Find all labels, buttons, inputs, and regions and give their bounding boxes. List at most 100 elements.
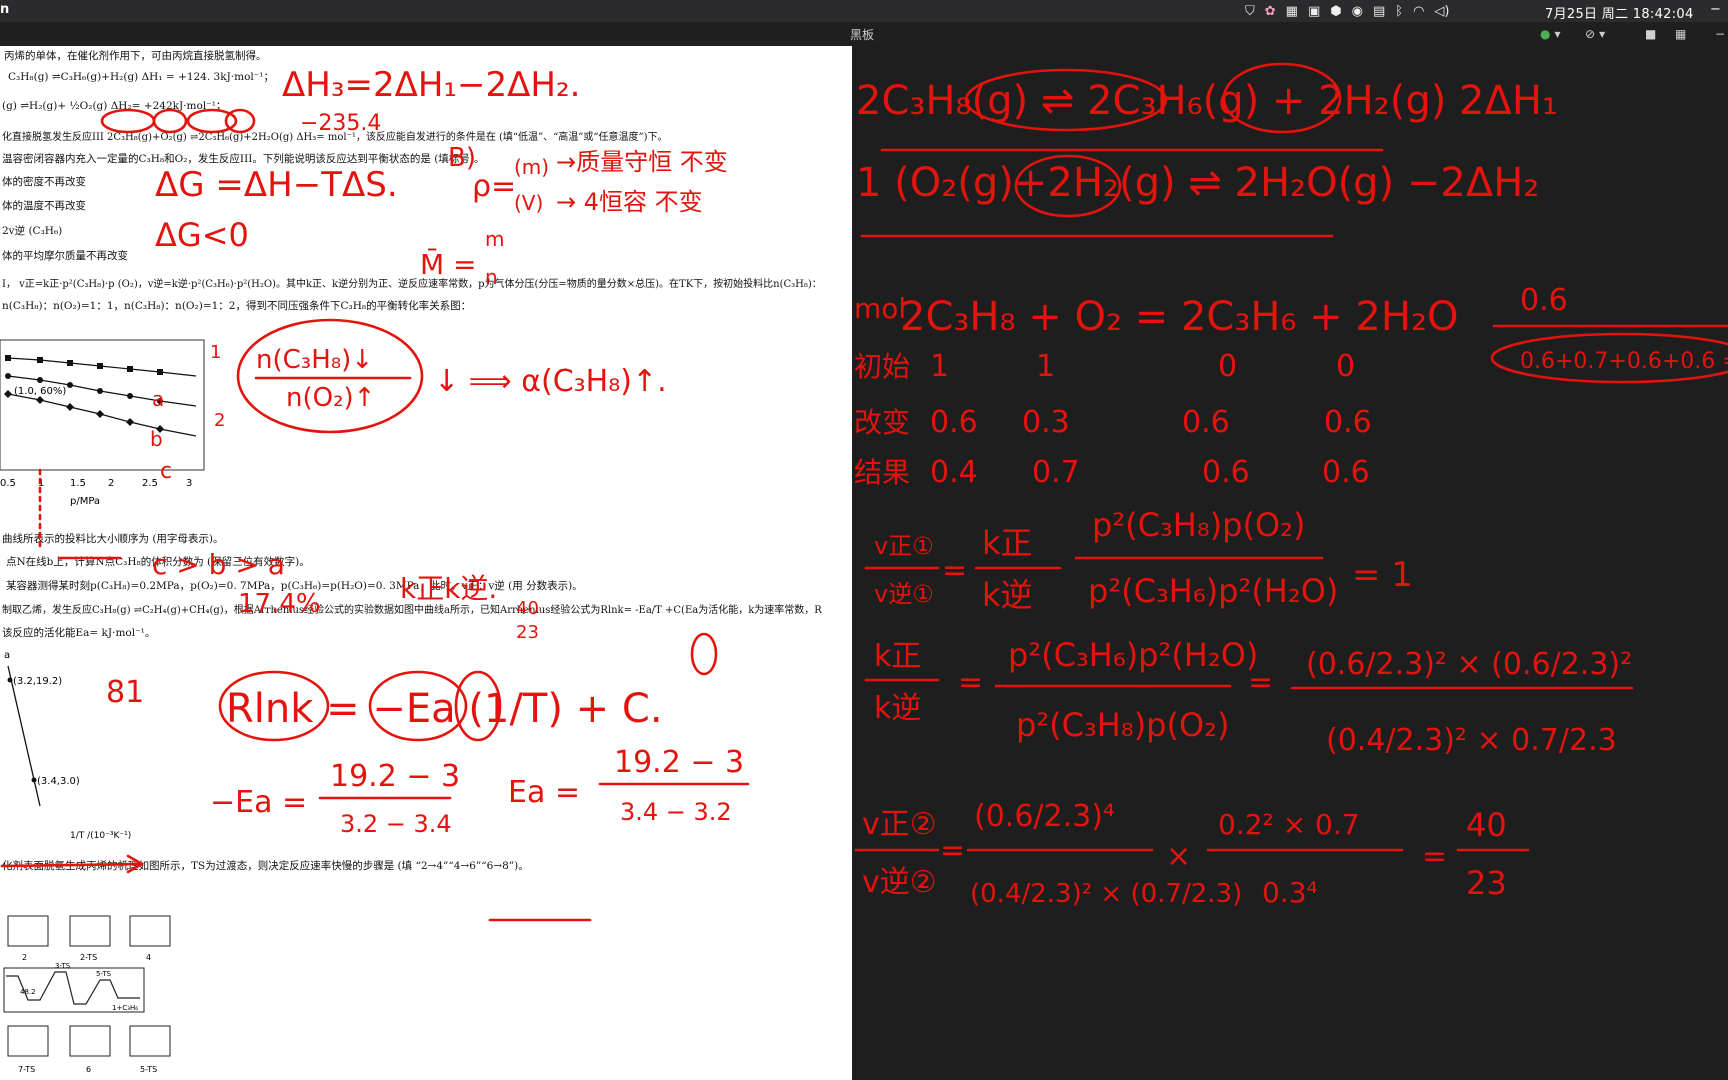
video-icon[interactable]: ■	[1645, 27, 1656, 41]
menu-bar: n ⛉ ✿ ▦ ▣ ⬢ ◉ ▤ ᛒ ◠ ◁) 7月25日 周二 18:42:04…	[0, 0, 1728, 22]
v2-lhs-bot: v逆②	[862, 865, 937, 900]
annotation-calc1-top: 19.2 − 3	[330, 759, 460, 794]
circle-mark	[224, 108, 256, 134]
window-title: 黑板	[850, 28, 875, 42]
series-label: c	[160, 459, 172, 484]
flower-icon[interactable]: ✿	[1265, 4, 1276, 19]
annotation-frac2-top: 40	[516, 598, 539, 619]
mic-control[interactable]: ● ▾	[1540, 24, 1561, 44]
board-eq1: 2C₃H₈(g) ⇌ 2C₃H₆(g) + 2H₂(g) 2ΔH₁	[856, 78, 1558, 124]
bluetooth-icon[interactable]: ᛒ	[1395, 4, 1403, 19]
video-button[interactable]: ■	[1645, 24, 1656, 44]
board-sum-top: 0.6	[1520, 283, 1568, 318]
ice-cell: 0.6	[930, 405, 978, 440]
volume-icon[interactable]: ◁)	[1434, 4, 1449, 19]
k-den: (0.4/2.3)² × 0.7/2.3	[1326, 723, 1617, 758]
v2-result-bot: 23	[1466, 864, 1507, 902]
v2-result-top: 40	[1466, 806, 1507, 844]
app-name[interactable]: n	[0, 2, 9, 17]
ice-cell: 0.6	[1202, 455, 1250, 490]
vpn-icon[interactable]: ⬢	[1330, 4, 1341, 19]
svg-text:×: ×	[1166, 839, 1191, 874]
board-eq2: 1 (O₂(g)+2H₂(g) ⇌ 2H₂O(g) −2ΔH₂	[856, 160, 1539, 206]
v2-factor-bot: 0.3⁴	[1262, 876, 1318, 909]
ratio-lhs-bot: v逆①	[874, 580, 934, 608]
calendar-icon[interactable]: ▦	[1286, 4, 1298, 19]
annotation-order: c > b > a	[152, 548, 285, 581]
ice-cell: 1	[1036, 349, 1055, 384]
ice-cell: 0.6	[1322, 455, 1370, 490]
annotation-dh3-value: −235.4	[300, 111, 381, 136]
series-label: a	[152, 387, 164, 411]
annotation-kk: k正k逆.	[400, 572, 497, 605]
annotation-frac: 17.4%	[238, 589, 321, 619]
minimize-icon[interactable]: −	[1715, 27, 1725, 41]
svg-text:=: =	[958, 665, 983, 700]
ice-cell: 0.7	[1032, 455, 1080, 490]
shield-icon[interactable]: ⛉	[1245, 4, 1255, 19]
v2-factor-top: 0.2² × 0.7	[1218, 808, 1360, 841]
minimize-button[interactable]: −	[1715, 24, 1725, 44]
grid-button[interactable]: ▦	[1675, 24, 1686, 44]
series-label: b	[150, 427, 163, 451]
annotation-frac2-bot: 23	[516, 622, 539, 643]
annotation-calc1-bot: 3.2 − 3.4	[340, 810, 452, 838]
microphone-icon[interactable]: ●	[1540, 27, 1550, 41]
ice-table: 初始 1 1 0 0 改变 0.6 0.3 0.6 0.6 结果 0.4 0.7…	[854, 349, 1372, 490]
annotation-calc2-bot: 3.4 − 3.2	[620, 798, 732, 826]
v2-lhs-top: v正②	[862, 807, 937, 842]
grid-icon[interactable]: ▦	[1675, 27, 1686, 41]
annotation-dg-lt: ΔG<0	[155, 216, 249, 254]
ice-cell: 0.3	[1022, 405, 1070, 440]
chevron-down-icon[interactable]: ▾	[1554, 27, 1560, 41]
blackboard[interactable]: 2C₃H₈(g) ⇌ 2C₃H₆(g) + 2H₂(g) 2ΔH₁ 1 (O₂(…	[852, 46, 1728, 1080]
board-ink: 2C₃H₈(g) ⇌ 2C₃H₆(g) + 2H₂(g) 2ΔH₁ 1 (O₂(…	[854, 62, 1728, 909]
board-sum-expr: 0.6+0.7+0.6+0.6 = 2.3	[1520, 349, 1728, 374]
circle-mark	[152, 108, 188, 134]
ratio-mark: 2	[214, 410, 225, 431]
camera-control[interactable]: ⊘ ▾	[1585, 24, 1605, 44]
ice-cell: 0	[1218, 349, 1237, 384]
ratio-eq-1: = 1	[1352, 555, 1413, 595]
ratio-p-bot: p²(C₃H₆)p²(H₂O)	[1088, 572, 1338, 610]
window-title-bar: 黑板 ● ▾ ⊘ ▾ ■ ▦ −	[0, 22, 1728, 47]
ratio-lhs-top: v正①	[874, 532, 934, 560]
v2-num: (0.6/2.3)⁴	[974, 799, 1115, 834]
k-p-top: p²(C₃H₆)p²(H₂O)	[1008, 636, 1258, 674]
annotation-mbar: M̄ =	[420, 247, 477, 281]
ratio-mark: 1	[210, 342, 221, 363]
ice-row-label: 初始	[854, 350, 910, 383]
annotation-rho-bot: (V)	[514, 191, 543, 215]
annotation-mbar-bot: n	[485, 265, 498, 289]
annotation-dh3: ΔH₃=2ΔH₁−2ΔH₂.	[282, 65, 580, 105]
annotation-ea: 81	[106, 675, 144, 710]
chevron-down-icon[interactable]: ▾	[1599, 27, 1605, 41]
control-center-icon[interactable]: −	[1710, 2, 1721, 17]
ice-cell: 0.6	[1182, 405, 1230, 440]
k-num: (0.6/2.3)² × (0.6/2.3)²	[1306, 647, 1632, 682]
ratio-mid-top: k正	[982, 524, 1033, 562]
chat-icon[interactable]: ▣	[1308, 4, 1320, 19]
annotation-rho-note: → 4恒容 不变	[556, 188, 703, 216]
k-lhs-bot: k逆	[874, 691, 921, 726]
annotation-rho-top: (m)	[514, 155, 549, 179]
annotation-dg: ΔG =ΔH−TΔS.	[155, 165, 398, 205]
annotation-rho: ρ=	[472, 169, 516, 204]
paper-annotations: ΔH₃=2ΔH₁−2ΔH₂. −235.4 ΔG =ΔH−TΔS. ΔG<0 B…	[0, 65, 750, 922]
wifi-icon[interactable]: ◠	[1413, 4, 1424, 19]
annotation-ratio-bot: n(O₂)↑	[286, 383, 375, 413]
svg-text:=: =	[942, 553, 967, 588]
accessibility-icon[interactable]: ◉	[1352, 4, 1363, 19]
ratio-p-top: p²(C₃H₈)p(O₂)	[1092, 506, 1305, 544]
board-ice-eq: 2C₃H₈ + O₂ = 2C₃H₆ + 2H₂O	[900, 294, 1458, 340]
circle-mark	[236, 318, 424, 434]
ratio-mid-bot: k逆	[982, 576, 1033, 614]
flag-icon[interactable]: ▤	[1373, 4, 1385, 19]
status-icons: ⛉ ✿ ▦ ▣ ⬢ ◉ ▤ ᛒ ◠ ◁)	[1245, 1, 1450, 21]
axis-arrow	[0, 854, 144, 874]
ice-row-label: 改变	[854, 406, 910, 439]
annotation-calc1-lhs: −Ea =	[210, 785, 307, 820]
k-p-bot: p²(C₃H₈)p(O₂)	[1016, 706, 1229, 744]
camera-off-icon[interactable]: ⊘	[1585, 27, 1595, 41]
clock[interactable]: 7月25日 周二 18:42:04	[1545, 3, 1694, 22]
